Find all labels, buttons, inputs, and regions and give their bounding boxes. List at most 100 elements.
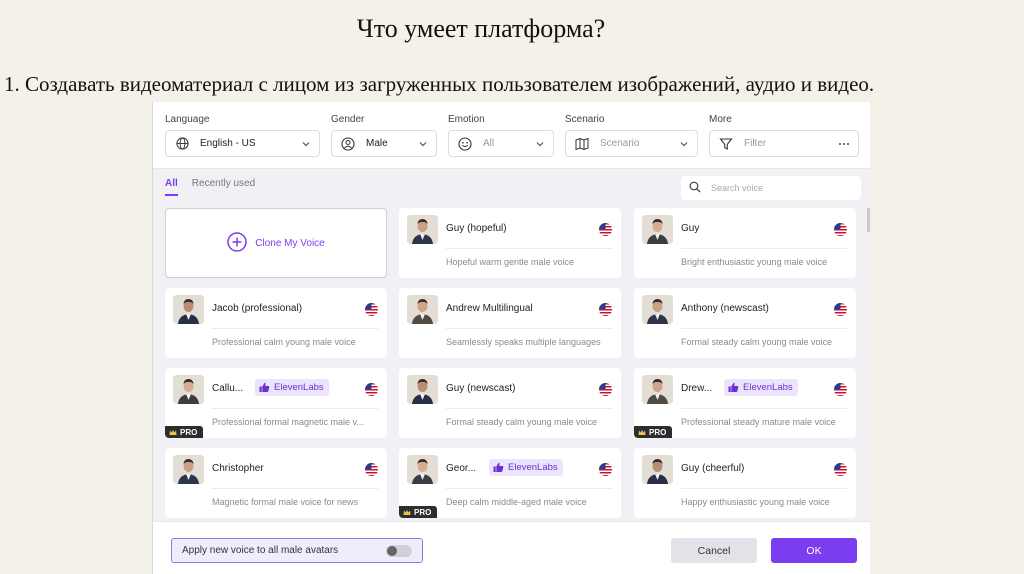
us-flag-icon (365, 383, 378, 396)
slide-text: 1. Создавать видеоматериал с лицом из за… (4, 72, 875, 96)
us-flag-icon (834, 303, 847, 316)
divider (212, 328, 378, 329)
apply-all-label: Apply new voice to all male avatars (182, 545, 339, 556)
voice-dialog: Language English - US Gender Male Emotio… (152, 102, 870, 574)
us-flag-icon (599, 383, 612, 396)
voice-name: Anthony (newscast) (681, 303, 769, 314)
search-input[interactable]: Search voice (711, 183, 763, 193)
emotion-select[interactable]: All (448, 130, 554, 157)
cancel-button[interactable]: Cancel (671, 538, 757, 563)
emotion-label: Emotion (448, 114, 485, 125)
divider (681, 408, 847, 409)
voice-name: Guy (cheerful) (681, 463, 745, 474)
us-flag-icon (599, 463, 612, 476)
divider (446, 248, 612, 249)
us-flag-icon (834, 223, 847, 236)
voice-description: Formal steady calm young male voice (446, 417, 598, 427)
more-value: Filter (744, 138, 767, 149)
scrollbar[interactable] (867, 208, 870, 232)
avatar (407, 455, 438, 484)
divider (446, 488, 612, 489)
slide-title: Что умеет платформа? (356, 14, 606, 43)
language-value: English - US (200, 138, 256, 149)
thumbs-up-icon (259, 382, 270, 392)
language-select[interactable]: English - US (165, 130, 320, 157)
crown-icon (169, 429, 177, 435)
voice-card[interactable]: Guy Bright enthusiastic young male voice (634, 208, 856, 278)
pro-label: PRO (180, 427, 198, 437)
us-flag-icon (599, 303, 612, 316)
pro-label: PRO (649, 427, 667, 437)
emotion-filter: Emotion All (448, 114, 554, 157)
pro-label: PRO (414, 507, 432, 517)
avatar (642, 215, 673, 244)
plus-circle-icon (227, 231, 247, 255)
clone-voice-button[interactable]: Clone My Voice (165, 208, 387, 278)
voice-description: Hopeful warm gentle male voice (446, 257, 575, 267)
voice-tabs: All Recently used (165, 178, 255, 196)
avatar (173, 375, 204, 404)
chevron-down-icon (679, 139, 689, 149)
gender-select[interactable]: Male (331, 130, 437, 157)
elevenlabs-badge: ElevenLabs (489, 459, 563, 476)
divider (681, 328, 847, 329)
voice-name: Geor... (446, 463, 477, 474)
elevenlabs-badge: ElevenLabs (724, 379, 798, 396)
voice-description: Seamlessly speaks multiple languages (446, 337, 601, 347)
scenario-select[interactable]: Scenario (565, 130, 698, 157)
voice-name: Guy (681, 223, 700, 234)
avatar (173, 295, 204, 324)
divider (446, 328, 612, 329)
voice-card[interactable]: Guy (hopeful) Hopeful warm gentle male vo… (399, 208, 621, 278)
voice-name: Drew... (681, 383, 713, 394)
more-filter: More Filter (709, 114, 859, 157)
voice-name: Callu... (212, 383, 244, 394)
voice-card[interactable]: Jacob (professional) Professional calm yo… (165, 288, 387, 358)
avatar (407, 375, 438, 404)
gender-value: Male (366, 138, 388, 149)
user-icon (340, 136, 356, 152)
more-options-icon[interactable] (838, 138, 850, 149)
gender-filter: Gender Male (331, 114, 437, 157)
voice-card[interactable]: Christopher Magnetic formal male voice fo… (165, 448, 387, 518)
divider (212, 408, 378, 409)
voice-name: Andrew Multilingual (446, 303, 533, 314)
chevron-down-icon (418, 139, 428, 149)
voice-description: Happy enthusiastic young male voice (681, 497, 830, 507)
voice-card[interactable]: Guy (newscast) Formal steady calm young m… (399, 368, 621, 438)
avatar (642, 375, 673, 404)
divider (681, 488, 847, 489)
apply-all-option[interactable]: Apply new voice to all male avatars (171, 538, 423, 563)
search-voice-field[interactable]: Search voice (681, 176, 861, 200)
voice-card[interactable]: Drew... ElevenLabs Professional steady mat… (634, 368, 856, 438)
thumbs-up-icon (493, 462, 504, 472)
us-flag-icon (599, 223, 612, 236)
voice-description: Formal steady calm young male voice (681, 337, 833, 347)
more-label: More (709, 114, 732, 125)
voice-card[interactable]: Guy (cheerful) Happy enthusiastic young m… (634, 448, 856, 518)
voice-name: Jacob (professional) (212, 303, 303, 314)
voice-description: Professional steady mature male voice (681, 417, 836, 427)
map-icon (574, 136, 590, 152)
tab-recently-used[interactable]: Recently used (192, 178, 255, 196)
voice-description: Professional calm young male voice (212, 337, 356, 347)
voice-card[interactable]: Anthony (newscast) Formal steady calm you… (634, 288, 856, 358)
voice-name: Christopher (212, 463, 264, 474)
search-icon (689, 181, 711, 195)
voice-card[interactable]: Callu... ElevenLabs Professional formal ma… (165, 368, 387, 438)
tab-all[interactable]: All (165, 178, 178, 196)
filter-icon (718, 136, 734, 152)
more-filter-button[interactable]: Filter (709, 130, 859, 157)
language-label: Language (165, 114, 210, 125)
avatar (407, 295, 438, 324)
ok-button[interactable]: OK (771, 538, 857, 563)
voice-description: Magnetic formal male voice for news (212, 497, 359, 507)
apply-all-toggle[interactable] (386, 544, 412, 557)
voice-card[interactable]: Geor... ElevenLabs Deep calm middle-aged m… (399, 448, 621, 518)
voice-card[interactable]: Andrew Multilingual Seamlessly speaks mul… (399, 288, 621, 358)
dialog-footer: Apply new voice to all male avatars Canc… (153, 521, 870, 574)
us-flag-icon (834, 463, 847, 476)
divider (681, 248, 847, 249)
crown-icon (638, 429, 646, 435)
gender-label: Gender (331, 114, 365, 125)
